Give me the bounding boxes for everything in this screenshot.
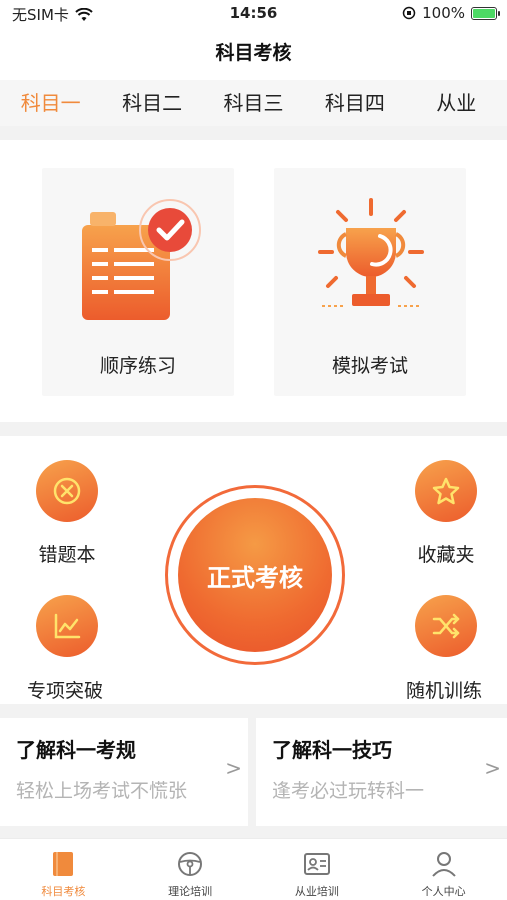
- tabbar-label: 个人中心: [421, 885, 466, 898]
- trophy-icon: [318, 198, 424, 307]
- formal-exam-button[interactable]: 正式考核: [165, 485, 345, 665]
- random-training-button[interactable]: [415, 595, 477, 657]
- special-topics-button[interactable]: [36, 595, 98, 657]
- tab-subject-1[interactable]: 科目一: [0, 80, 101, 126]
- battery-fill: [473, 8, 495, 18]
- subject-tabs: 科目一 科目二 科目三 科目四 从业: [0, 80, 507, 126]
- chevron-right-icon: >: [484, 756, 501, 780]
- battery-percent: 100%: [422, 4, 465, 22]
- tab-subject-2[interactable]: 科目二: [101, 80, 202, 126]
- page-title: 科目考核: [215, 42, 292, 64]
- divider: [0, 826, 507, 838]
- person-icon: [431, 852, 456, 877]
- formal-exam-label: 正式考核: [178, 498, 332, 652]
- tabbar-label: 科目考核: [41, 885, 86, 898]
- special-topics-label: 专项突破: [26, 680, 103, 702]
- sequential-practice-card[interactable]: 顺序练习: [42, 168, 234, 396]
- card-label: 顺序练习: [99, 355, 176, 377]
- tabbar-item-profile[interactable]: 个人中心: [380, 839, 507, 900]
- info-card-title: 了解科一技巧: [272, 738, 392, 762]
- card-label: 模拟考试: [331, 355, 408, 377]
- close-circle-icon: [53, 477, 81, 505]
- tab-subject-3[interactable]: 科目三: [203, 80, 304, 126]
- tabbar-item-exam[interactable]: 科目考核: [0, 839, 127, 900]
- id-card-icon: [303, 853, 330, 875]
- tabbar-label: 理论培训: [168, 885, 213, 898]
- favorites-button[interactable]: [415, 460, 477, 522]
- tab-subject-4[interactable]: 科目四: [304, 80, 405, 126]
- tabbar-label: 从业培训: [294, 885, 339, 898]
- info-card-rules[interactable]: 了解科一考规 轻松上场考试不慌张 >: [0, 718, 248, 826]
- chevron-right-icon: >: [225, 756, 242, 780]
- divider: [248, 718, 256, 826]
- random-training-label: 随机训练: [405, 680, 482, 702]
- battery-icon: [471, 6, 500, 20]
- wrong-questions-label: 错题本: [38, 544, 96, 566]
- divider: [0, 422, 507, 436]
- tab-professional[interactable]: 从业: [406, 80, 507, 126]
- orientation-lock-icon: [402, 6, 416, 20]
- info-card-subtitle: 逢考必过玩转科一: [272, 780, 425, 802]
- bottom-tab-bar: 科目考核 理论培训 从业培训 个人中心: [0, 838, 507, 900]
- status-bar: 无SIM卡 14:56 100%: [0, 0, 507, 28]
- favorites-label: 收藏夹: [417, 544, 475, 566]
- checklist-icon: [82, 199, 201, 320]
- book-icon: [53, 852, 74, 876]
- tabbar-item-professional[interactable]: 从业培训: [254, 839, 381, 900]
- divider: [0, 704, 507, 718]
- trend-chart-icon: [54, 613, 81, 639]
- star-icon: [432, 477, 460, 505]
- divider: [0, 126, 507, 140]
- wrong-questions-button[interactable]: [36, 460, 98, 522]
- info-card-title: 了解科一考规: [16, 738, 136, 762]
- info-card-subtitle: 轻松上场考试不慌张: [16, 780, 188, 802]
- info-card-tips[interactable]: 了解科一技巧 逢考必过玩转科一 >: [256, 718, 507, 826]
- steering-wheel-icon: [178, 852, 203, 876]
- mock-exam-card[interactable]: 模拟考试: [274, 168, 466, 396]
- shuffle-icon: [432, 613, 460, 639]
- tabbar-item-theory[interactable]: 理论培训: [127, 839, 254, 900]
